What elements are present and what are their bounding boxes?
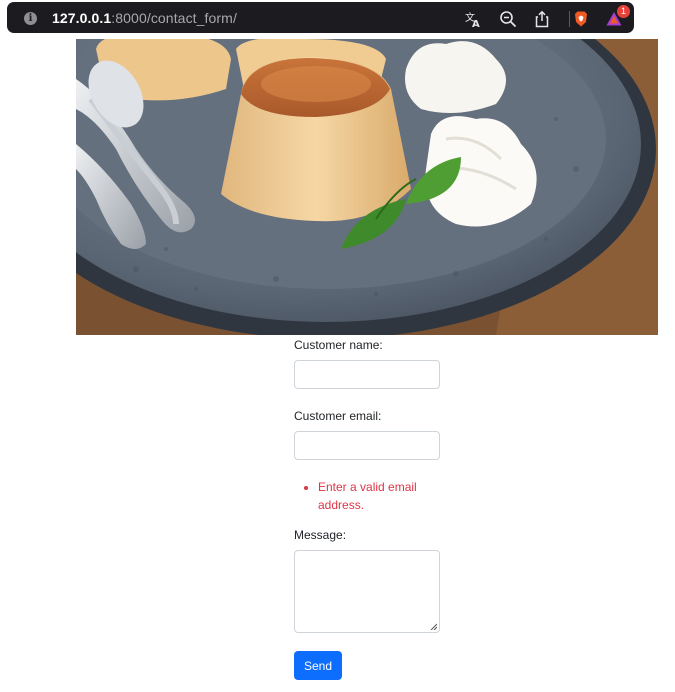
brave-shield-icon[interactable] — [572, 10, 590, 28]
resize-grip-icon[interactable] — [430, 623, 437, 630]
customer-name-label: Customer name: — [294, 338, 383, 352]
info-icon[interactable]: i — [24, 12, 37, 25]
toolbar-divider — [569, 11, 570, 27]
url-path: :8000/contact_form/ — [111, 10, 237, 26]
browser-toolbar: i 127.0.0.1:8000/contact_form/ 文 A 1 — [0, 0, 675, 38]
message-label: Message: — [294, 528, 347, 542]
hero-image — [76, 39, 658, 335]
url-host: 127.0.0.1 — [52, 10, 112, 26]
share-icon[interactable] — [533, 10, 551, 28]
address-bar[interactable]: i 127.0.0.1:8000/contact_form/ 文 A — [7, 2, 634, 33]
translate-icon[interactable]: 文 A — [464, 10, 482, 28]
url-text[interactable]: 127.0.0.1:8000/contact_form/ — [52, 10, 237, 26]
flan-dessert-photo — [76, 39, 658, 335]
send-button[interactable]: Send — [294, 651, 342, 680]
email-error-message: Enter a valid email address. — [318, 478, 448, 514]
zoom-out-icon[interactable] — [499, 10, 517, 28]
email-error-list: Enter a valid email address. — [302, 478, 448, 514]
customer-name-input[interactable] — [294, 360, 440, 389]
svg-text:A: A — [472, 19, 480, 28]
notification-badge: 1 — [617, 5, 630, 18]
customer-email-label: Customer email: — [294, 409, 382, 423]
customer-email-input[interactable] — [294, 431, 440, 460]
message-textarea[interactable] — [294, 550, 440, 633]
